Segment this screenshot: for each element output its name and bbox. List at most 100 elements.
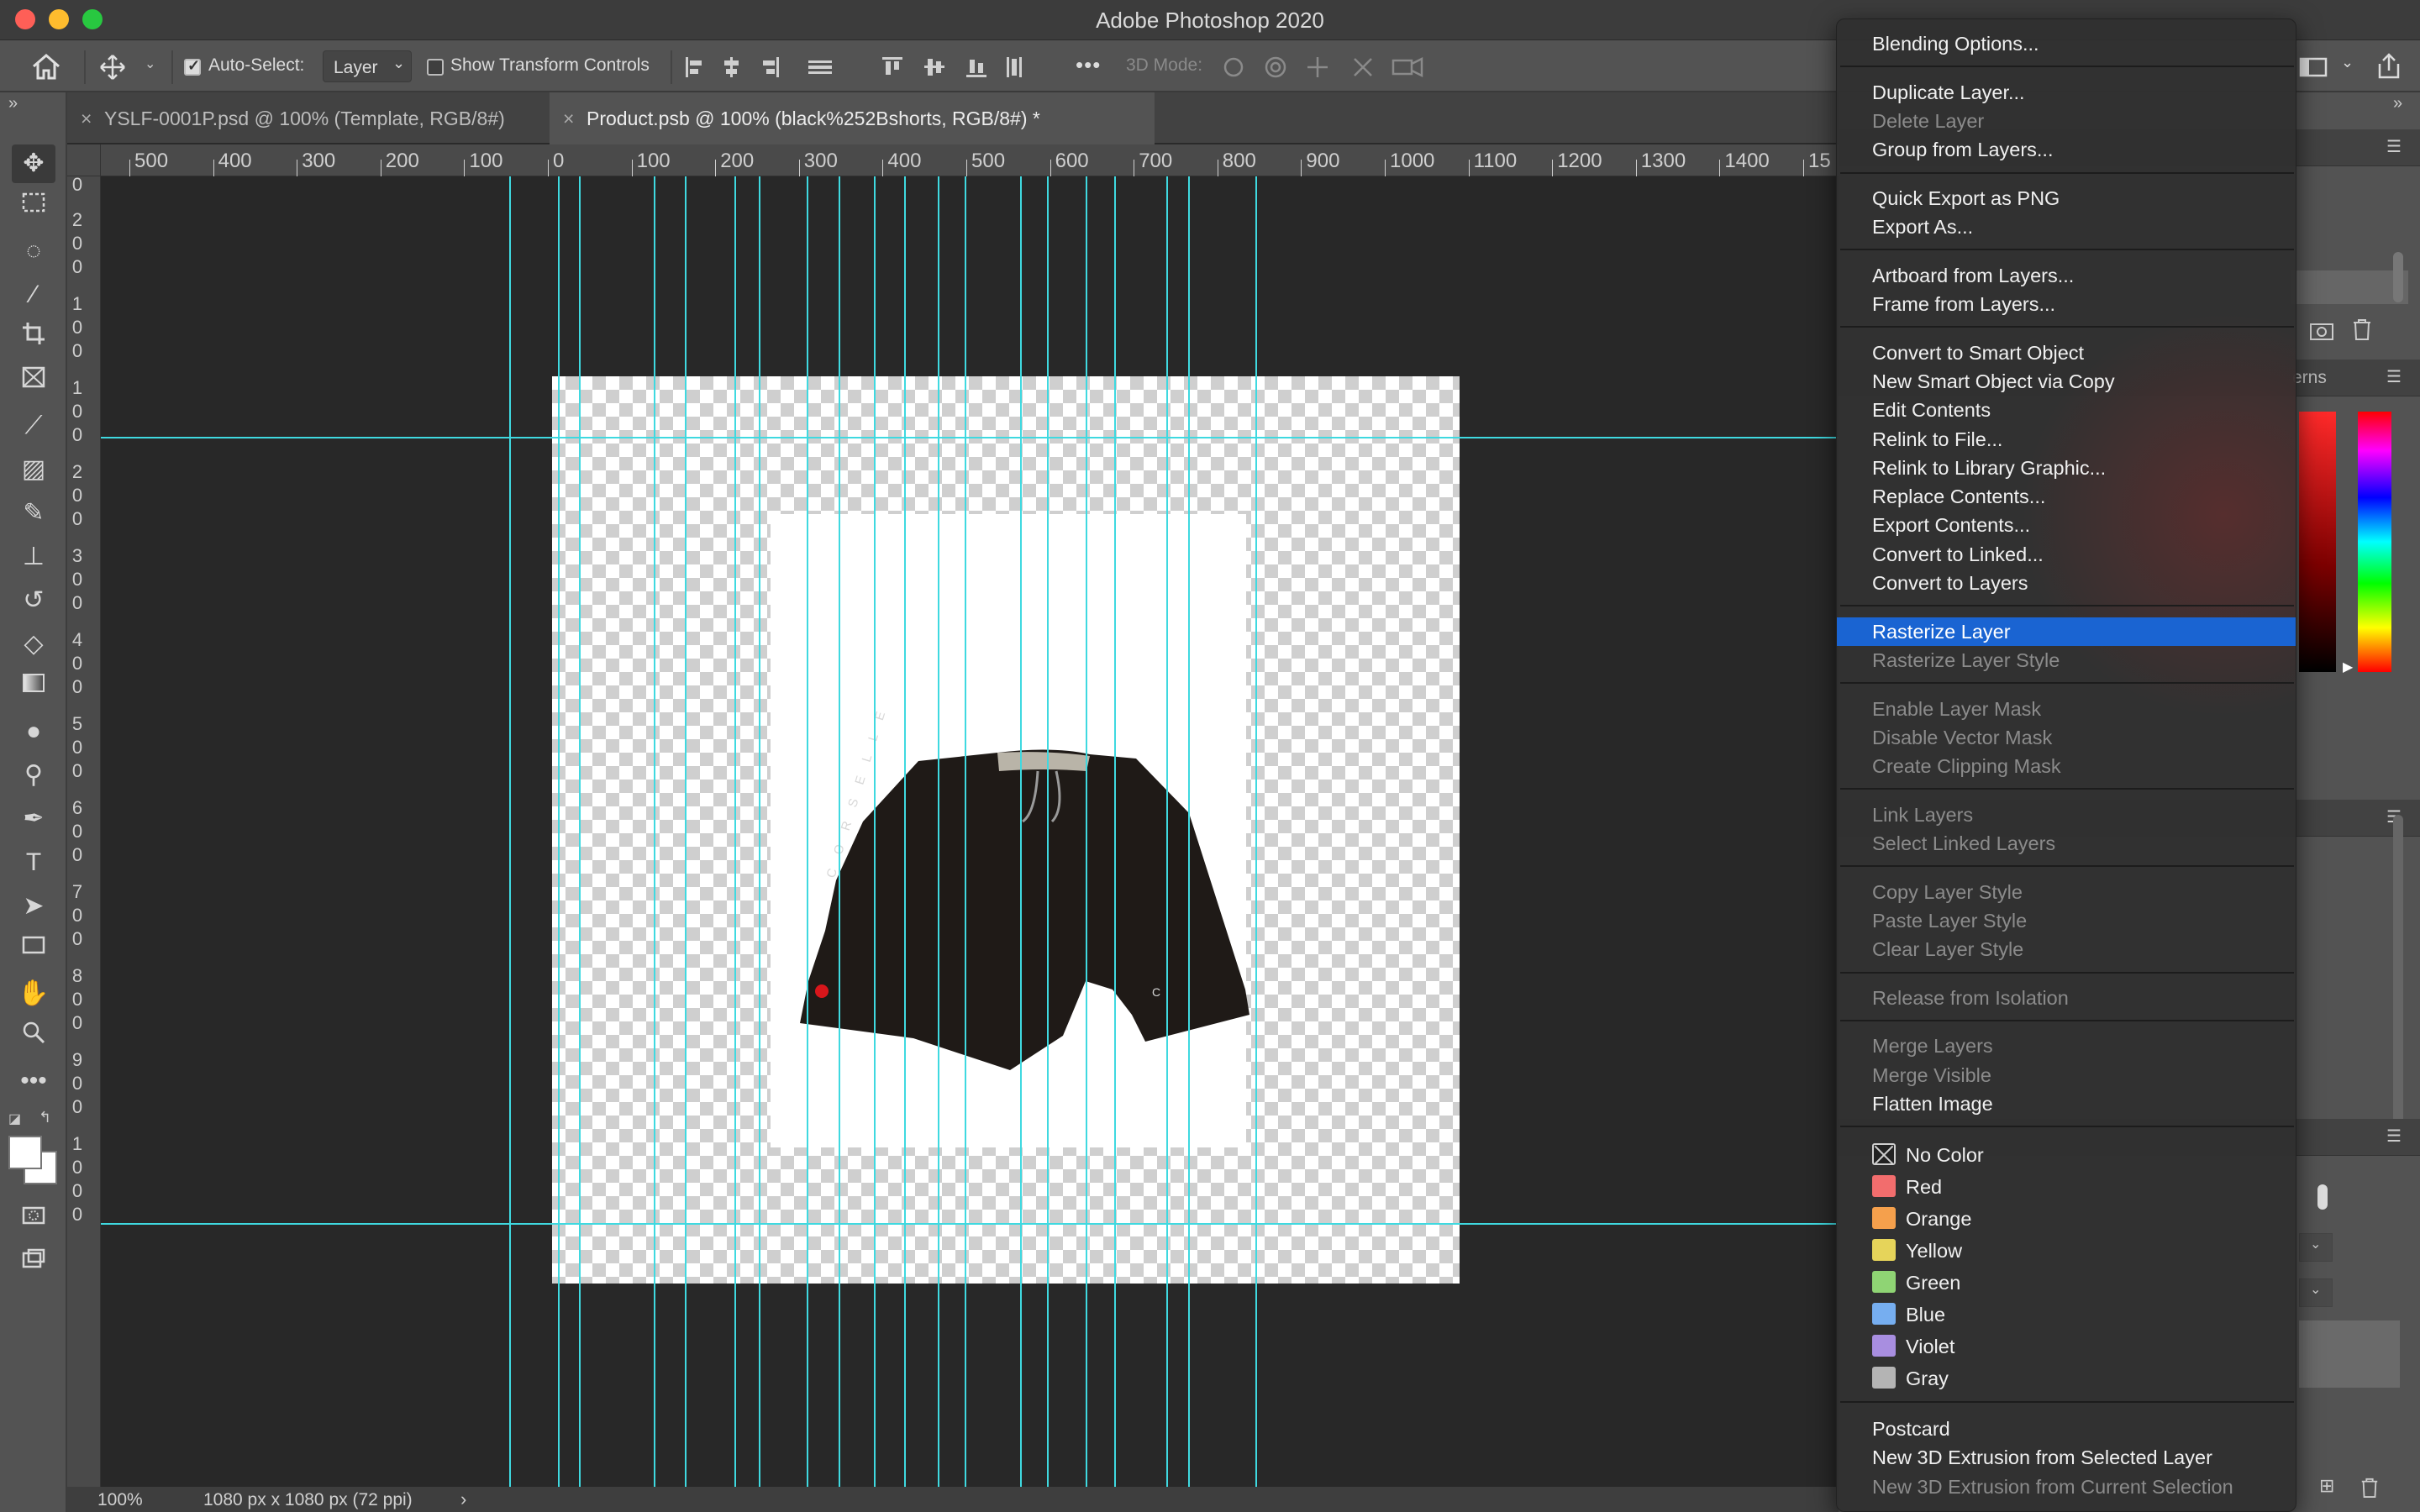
vertical-guide[interactable] [1020, 176, 1022, 1487]
pen-tool-button[interactable]: ✒ [12, 800, 55, 838]
tab-yslf-template[interactable]: × YSLF-0001P.psd @ 100% (Template, RGB/8… [67, 92, 548, 144]
menu-item-postcard[interactable]: Postcard [1837, 1415, 2296, 1443]
vertical-guide[interactable] [1255, 176, 1257, 1487]
vertical-guide[interactable] [759, 176, 760, 1487]
panel-menu-icon[interactable]: ☰ [2386, 1126, 2402, 1147]
menu-item-replace-contents[interactable]: Replace Contents... [1837, 482, 2296, 511]
trash-icon[interactable] [2351, 318, 2373, 341]
hue-slider-marker-icon[interactable]: ▶ [2343, 659, 2353, 675]
menu-item-frame-from-layers[interactable]: Frame from Layers... [1837, 290, 2296, 318]
move-tool-button[interactable]: ✥ [12, 144, 55, 183]
status-menu-arrow-icon[interactable]: › [460, 1488, 466, 1510]
panel-menu-icon[interactable]: ☰ [2386, 136, 2402, 157]
dodge-tool-button[interactable]: ⚲ [12, 756, 55, 795]
workspace-chevron-icon[interactable]: ⌄ [2341, 54, 2354, 71]
scrollbar[interactable] [2393, 252, 2403, 302]
vertical-guide[interactable] [874, 176, 876, 1487]
history-brush-tool-button[interactable]: ↺ [12, 581, 55, 620]
brush-tool-button[interactable]: ✎ [12, 494, 55, 533]
vertical-guide[interactable] [904, 176, 906, 1487]
auto-select-dropdown[interactable]: Layer ⌄ [323, 50, 412, 82]
move-tool-icon[interactable] [99, 54, 126, 81]
menu-item-color-green[interactable]: Green [1837, 1267, 2296, 1299]
menu-item-paste-layer-style[interactable]: Paste Layer Style [1837, 906, 2296, 935]
menu-item-rasterize-layer-style[interactable]: Rasterize Layer Style [1837, 646, 2296, 675]
delete-layer-icon[interactable] [2360, 1477, 2380, 1499]
hue-slider[interactable] [2358, 412, 2391, 672]
vertical-guide[interactable] [1047, 176, 1049, 1487]
tab-product-psb[interactable]: × Product.psb @ 100% (black%252Bshorts, … [550, 92, 1155, 144]
menu-item-relink-to-file[interactable]: Relink to File... [1837, 425, 2296, 454]
swap-colors-icons[interactable]: ◪ ↰ [8, 1109, 59, 1127]
menu-item-relink-to-library-graphic[interactable]: Relink to Library Graphic... [1837, 454, 2296, 482]
lasso-tool-button[interactable]: ◌ [12, 232, 55, 270]
edit-toolbar-button[interactable]: ••• [12, 1062, 55, 1100]
panel-input[interactable] [2291, 270, 2408, 304]
vertical-guide[interactable] [965, 176, 966, 1487]
menu-item-convert-to-smart-object[interactable]: Convert to Smart Object [1837, 339, 2296, 367]
eraser-tool-button[interactable]: ◇ [12, 625, 55, 664]
menu-item-color-gray[interactable]: Gray [1837, 1362, 2296, 1394]
menu-item-create-clipping-mask[interactable]: Create Clipping Mask [1837, 752, 2296, 780]
menu-item-merge-layers[interactable]: Merge Layers [1837, 1032, 2296, 1060]
menu-item-flatten-image[interactable]: Flatten Image [1837, 1089, 2296, 1118]
menu-item-convert-to-linked[interactable]: Convert to Linked... [1837, 540, 2296, 569]
menu-item-select-linked-layers[interactable]: Select Linked Layers [1837, 829, 2296, 858]
menu-item-color-red[interactable]: Red [1837, 1171, 2296, 1203]
stamp-tool-button[interactable]: ⊥ [12, 538, 55, 576]
vertical-guide[interactable] [579, 176, 581, 1487]
tool-preset-chevron-icon[interactable]: ⌄ [145, 55, 155, 72]
slider-thumb[interactable] [2317, 1184, 2328, 1210]
vertical-guide[interactable] [654, 176, 655, 1487]
opacity-dropdown[interactable]: ⌄ [2299, 1278, 2333, 1307]
vertical-guide[interactable] [1114, 176, 1116, 1487]
menu-item-duplicate-layer[interactable]: Duplicate Layer... [1837, 78, 2296, 107]
document-canvas[interactable]: C O R S E L L E C [552, 376, 1460, 1284]
camera-icon[interactable] [2309, 319, 2334, 341]
zoom-level[interactable]: 100% [97, 1490, 143, 1510]
vertical-guide[interactable] [839, 176, 840, 1487]
foreground-color-swatch[interactable] [8, 1136, 42, 1169]
menu-item-clear-layer-style[interactable]: Clear Layer Style [1837, 935, 2296, 963]
menu-item-release-from-isolation[interactable]: Release from Isolation [1837, 984, 2296, 1012]
menu-item-copy-layer-style[interactable]: Copy Layer Style [1837, 878, 2296, 906]
new-layer-icon[interactable]: ⊞ [2319, 1475, 2334, 1497]
frame-tool-button[interactable] [12, 363, 55, 402]
menu-item-delete-layer[interactable]: Delete Layer [1837, 107, 2296, 135]
panel-tab-fragment[interactable]: erns [2292, 368, 2327, 388]
share-icon[interactable] [2375, 52, 2403, 81]
zoom-tool-button[interactable] [12, 1018, 55, 1057]
menu-item-color-violet[interactable]: Violet [1837, 1331, 2296, 1362]
type-tool-button[interactable]: T [12, 843, 55, 882]
color-field[interactable] [2299, 412, 2336, 672]
menu-item-enable-layer-mask[interactable]: Enable Layer Mask [1837, 695, 2296, 723]
blur-tool-button[interactable]: ● [12, 712, 55, 751]
vertical-guide[interactable] [734, 176, 736, 1487]
auto-select-checkbox[interactable] [184, 57, 201, 76]
align-icons[interactable] [682, 54, 1086, 81]
ruler-origin[interactable] [67, 144, 101, 176]
menu-item-merge-visible[interactable]: Merge Visible [1837, 1061, 2296, 1089]
magic-wand-tool-button[interactable]: ⁄ [12, 276, 55, 314]
more-options-button[interactable]: ••• [1076, 52, 1101, 78]
gradient-tool-button[interactable] [12, 669, 55, 707]
show-transform-checkbox[interactable] [427, 59, 444, 76]
vertical-guide[interactable] [807, 176, 808, 1487]
menu-item-blending-options[interactable]: Blending Options... [1837, 29, 2296, 58]
crop-tool-button[interactable] [12, 319, 55, 358]
vertical-guide[interactable] [558, 176, 560, 1487]
marquee-tool-button[interactable] [12, 188, 55, 227]
menu-item-artboard-from-layers[interactable]: Artboard from Layers... [1837, 261, 2296, 290]
rectangle-tool-button[interactable] [12, 931, 55, 969]
collapse-panels-icon[interactable]: » [2393, 94, 2402, 113]
menu-item-disable-vector-mask[interactable]: Disable Vector Mask [1837, 723, 2296, 752]
horizontal-guide[interactable] [101, 1223, 1840, 1225]
path-selection-tool-button[interactable]: ➤ [12, 887, 55, 926]
menu-item-rasterize-layer[interactable]: Rasterize Layer [1837, 617, 2296, 646]
3d-mode-icons[interactable] [1220, 54, 1430, 81]
collapse-toolbar-icon[interactable]: » [8, 94, 18, 113]
eyedropper-tool-button[interactable]: ⟋ [12, 407, 55, 445]
blend-mode-dropdown[interactable]: ⌄ [2299, 1233, 2333, 1262]
screen-mode-button[interactable] [12, 1245, 55, 1284]
menu-item-color-orange[interactable]: Orange [1837, 1203, 2296, 1235]
